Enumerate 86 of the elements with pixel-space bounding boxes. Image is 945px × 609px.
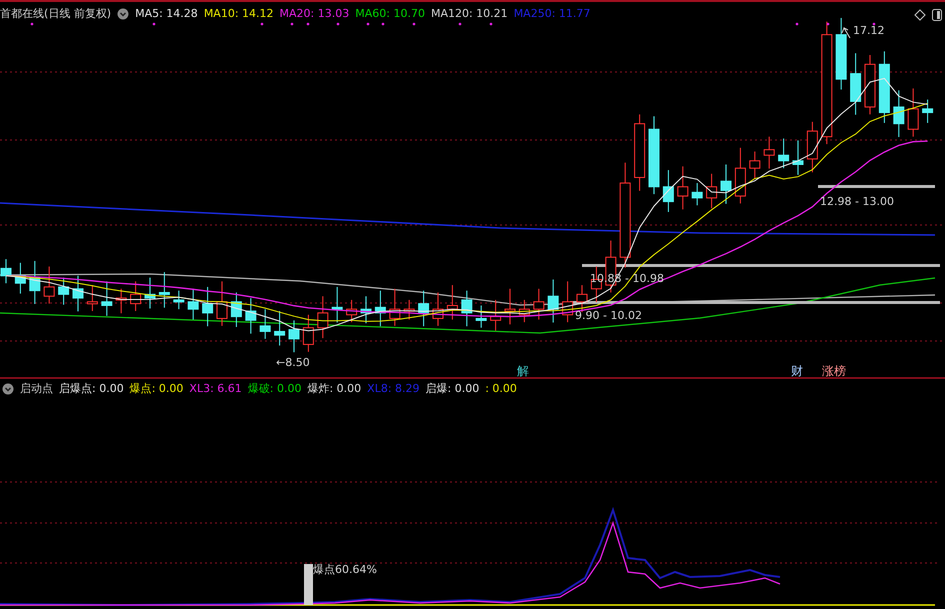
bar-label: 爆点60.64% [313,563,377,576]
arrow-icon [842,26,850,38]
candlestick [662,170,674,212]
candlestick [764,136,775,170]
candlestick [158,272,170,308]
candlestick [792,140,804,176]
indicator-value: : 0.00 [485,382,517,395]
indicator-value: 爆炸: 0.00 [307,381,362,396]
candlestick [389,288,400,326]
indicator-value: 爆点: 0.00 [130,381,184,396]
candlestick [188,288,199,320]
price-label: 9.90 - 10.02 [575,309,642,322]
candlestick [490,299,502,332]
candlestick [86,284,98,312]
candlestick [922,99,934,124]
indicator-bar [304,564,313,605]
candlestick [749,151,760,180]
candlestick [692,182,703,206]
candlestick [562,280,574,323]
indicator-value: 启动点 [20,381,53,396]
candlestick [288,320,300,353]
indicator-value: 启爆点: 0.00 [59,381,124,396]
candlestick [346,299,358,323]
candlestick [144,277,156,309]
candlestick [432,292,444,326]
candlestick [58,277,70,306]
candlestick [706,173,718,209]
event-marker[interactable]: 解 [517,364,529,378]
candlestick [461,290,472,327]
price-label: 12.98 - 13.00 [820,195,894,208]
candlestick [14,262,26,294]
chart-title: 首都在线(日线 前复权) [0,6,112,21]
candlestick [864,54,876,115]
event-marker[interactable]: 涨榜 [822,364,846,378]
indicator-value: MA20: 13.03 [280,7,350,20]
candlestick [274,310,286,346]
candlestick [202,286,214,327]
candlestick [893,90,904,138]
candlestick [548,279,559,324]
candlestick [518,299,530,323]
indicator-value: XL3: 6.61 [189,382,242,395]
candlestick [0,258,12,284]
candlestick [404,299,415,320]
dropdown-icon[interactable] [117,8,130,20]
indicator-value: 爆破: 0.00 [248,381,302,396]
candlestick [533,288,544,320]
candlestick [418,290,430,327]
candlestick [101,280,112,316]
candlestick [332,286,343,324]
candlestick [44,266,55,304]
candlestick [476,304,487,328]
panel-icon[interactable] [932,9,942,21]
indicator-value: MA60: 10.70 [355,7,425,20]
candlestick [317,296,328,339]
diamond-icon[interactable] [914,9,926,21]
candlestick [908,88,919,138]
candlestick [360,296,372,324]
candlestick [260,308,271,340]
indicator-value: MA5: 14.28 [135,7,198,20]
dropdown-icon[interactable] [2,382,14,394]
candlestick [374,290,386,327]
candlestick [806,121,818,173]
indicator-value: MA120: 10.21 [430,7,508,20]
indicator-value: 启爆: 0.00 [426,381,480,396]
candlestick [230,292,242,328]
candlestick [216,280,228,326]
price-label: 17.12 [853,24,884,37]
candlestick [130,280,142,312]
candlestick [720,164,732,204]
candlestick [446,284,458,320]
candlestick [850,52,862,116]
candlestick [734,147,746,204]
candlestick [72,275,84,312]
candlestick [778,138,790,169]
candlestick [173,290,184,310]
indicator-value: MA10: 14.12 [204,7,274,20]
event-marker[interactable]: 财 [791,364,803,378]
candlestick [116,288,127,314]
candlestick [504,288,516,325]
price-label: ←8.50 [276,356,310,369]
indicator-value: XL8: 8.29 [367,382,420,395]
candlestick [677,166,688,210]
candlestick [29,260,40,304]
candlestick [245,298,256,334]
candlestick [302,314,314,352]
indicator-value: MA250: 11.77 [514,7,590,20]
